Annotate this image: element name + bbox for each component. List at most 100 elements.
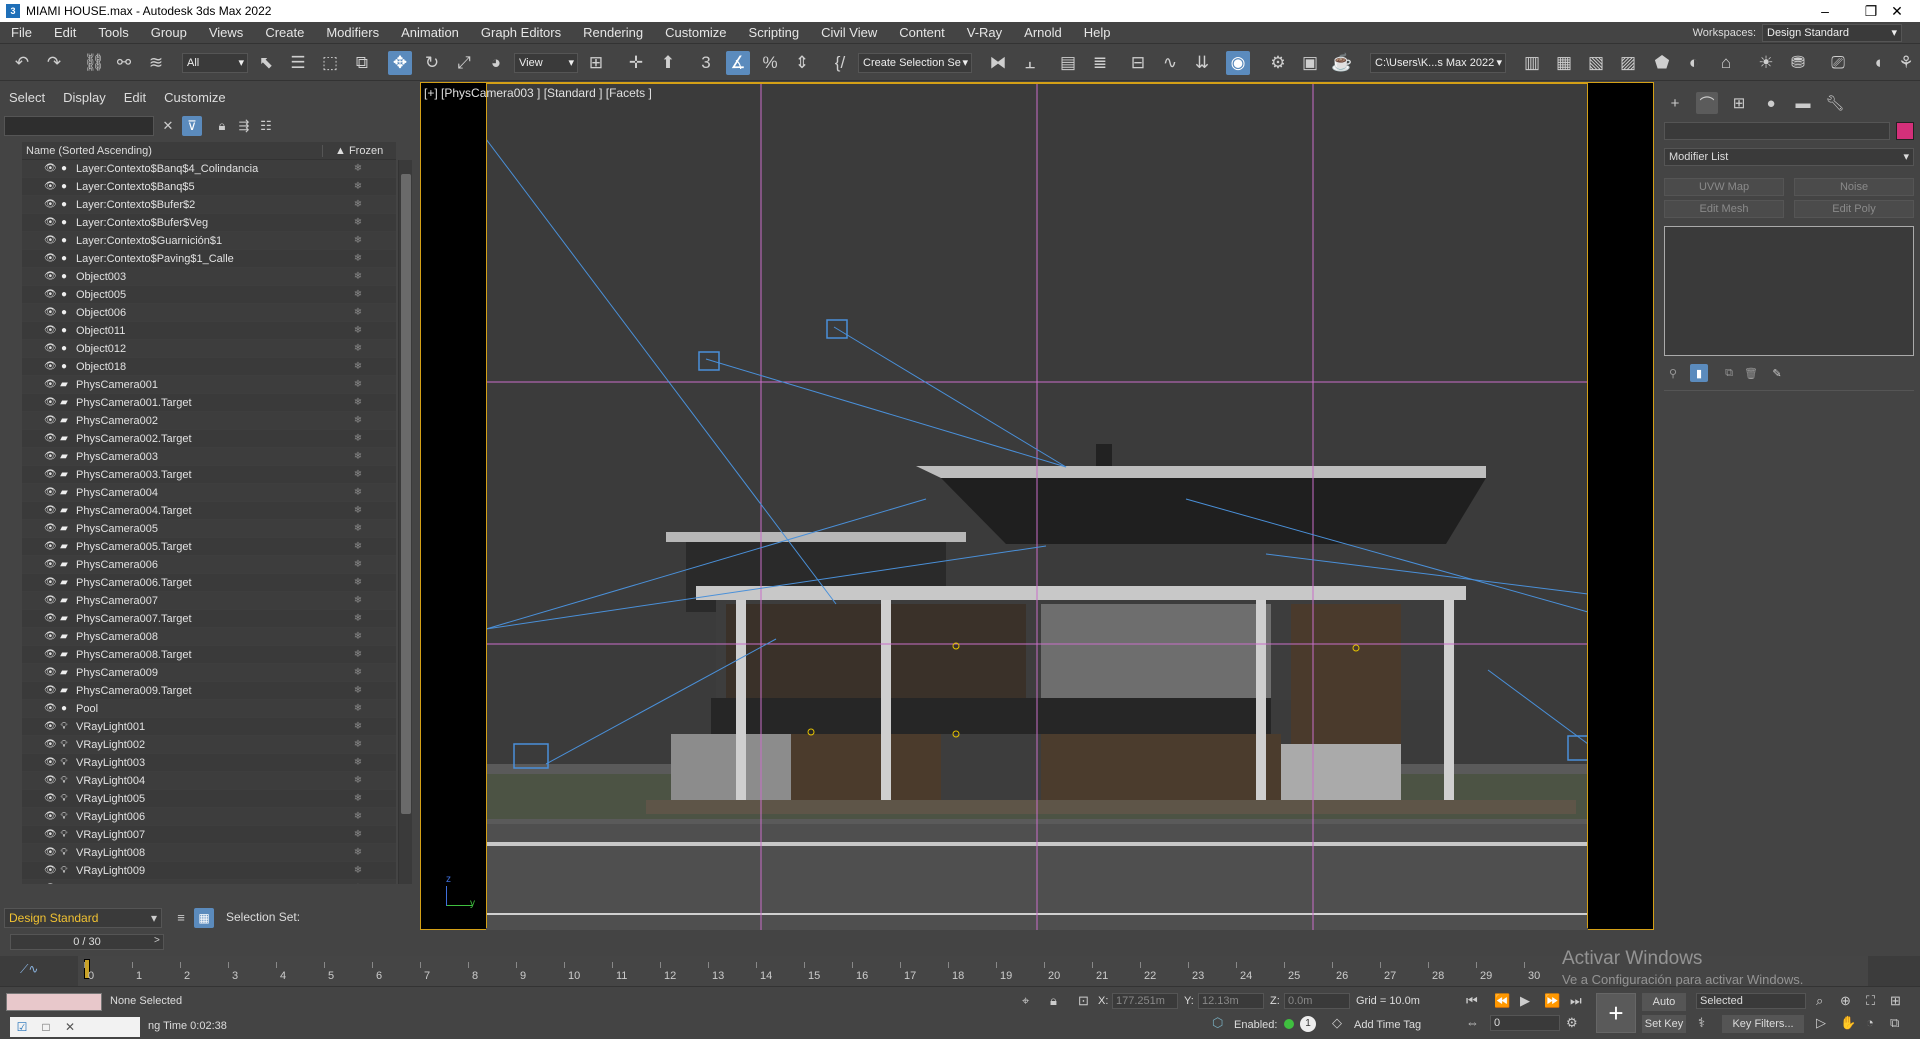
visibility-eye-icon[interactable]: 👁︎ bbox=[44, 883, 57, 884]
enabled-indicator[interactable] bbox=[1284, 1019, 1294, 1029]
list-item[interactable]: 👁︎ ▰ PhysCamera001.Target ❄ bbox=[22, 394, 396, 412]
hierarchy-tab-icon[interactable]: ⊞ bbox=[1728, 92, 1750, 114]
freeze-icon[interactable]: ❄ bbox=[348, 757, 368, 768]
list-item[interactable]: 👁︎ ▰ PhysCamera003.Target ❄ bbox=[22, 466, 396, 484]
visibility-eye-icon[interactable]: 👁︎ bbox=[44, 739, 57, 750]
visibility-eye-icon[interactable]: 👁︎ bbox=[44, 163, 57, 174]
z-coordinate-field[interactable]: 0.0m bbox=[1284, 993, 1350, 1009]
freeze-icon[interactable]: ❄ bbox=[348, 559, 368, 570]
snaps-toggle-icon[interactable]: 3 bbox=[694, 51, 718, 75]
list-item[interactable]: 👁︎ 💡︎ VRayLight008 ❄ bbox=[22, 844, 396, 862]
menu-rendering[interactable]: Rendering bbox=[572, 22, 654, 44]
freeze-icon[interactable]: ❄ bbox=[348, 685, 368, 696]
x-coordinate-field[interactable]: 177.251m bbox=[1112, 993, 1178, 1009]
freeze-icon[interactable]: ❄ bbox=[348, 289, 368, 300]
modifier-stack[interactable] bbox=[1664, 226, 1914, 356]
make-unique-icon[interactable]: ⧉ bbox=[1720, 364, 1738, 382]
freeze-icon[interactable]: ❄ bbox=[348, 775, 368, 786]
explorer-tab-customize[interactable]: Customize bbox=[155, 90, 234, 108]
list-item[interactable]: 👁︎ ▰ PhysCamera004.Target ❄ bbox=[22, 502, 396, 520]
minimize-icon[interactable]: – bbox=[1802, 0, 1848, 22]
current-frame-field[interactable]: 0 bbox=[1490, 1015, 1560, 1031]
freeze-icon[interactable]: ❄ bbox=[348, 469, 368, 480]
maximize-toggle-icon[interactable]: ⧉ bbox=[1890, 1015, 1899, 1031]
utilities-tab-icon[interactable]: 🔧︎ bbox=[1824, 92, 1846, 114]
noise-button[interactable]: Noise bbox=[1794, 178, 1914, 196]
list-item[interactable]: 👁︎ ▰ PhysCamera006 ❄ bbox=[22, 556, 396, 574]
adaptive-degradation-icon[interactable]: ⬡ bbox=[1212, 1015, 1223, 1031]
freeze-icon[interactable]: ❄ bbox=[348, 649, 368, 660]
list-item[interactable]: 👁︎ ● Object018 ❄ bbox=[22, 358, 396, 376]
filter-toggle-icon[interactable]: ⊽ bbox=[182, 116, 202, 136]
visibility-eye-icon[interactable]: 👁︎ bbox=[44, 541, 57, 552]
freeze-icon[interactable]: ❄ bbox=[348, 451, 368, 462]
field-of-view-icon[interactable]: ▷ bbox=[1816, 1015, 1826, 1031]
orbit-icon[interactable]: ◔ bbox=[1866, 1015, 1874, 1030]
freeze-icon[interactable]: ❄ bbox=[348, 235, 368, 246]
column-frozen-header[interactable]: ▲ Frozen bbox=[322, 144, 396, 157]
undo-icon[interactable]: ↶ bbox=[10, 51, 34, 75]
visibility-eye-icon[interactable]: 👁︎ bbox=[44, 649, 57, 660]
window-crossing-icon[interactable]: ⧉ bbox=[350, 51, 374, 75]
set-keys-icon[interactable]: + bbox=[1596, 993, 1636, 1033]
vray-sun-icon[interactable]: ◖ bbox=[1866, 51, 1890, 75]
freeze-icon[interactable]: ❄ bbox=[348, 415, 368, 426]
maximize-viewport-icon[interactable]: □ bbox=[34, 1020, 58, 1034]
remove-modifier-icon[interactable]: 🗑︎ bbox=[1742, 364, 1760, 382]
list-item[interactable]: 👁︎ 💡︎ VRayLight002 ❄ bbox=[22, 736, 396, 754]
clear-search-icon[interactable]: ✕ bbox=[158, 116, 178, 136]
list-item[interactable]: 👁︎ ▰ PhysCamera002 ❄ bbox=[22, 412, 396, 430]
edit-mesh-button[interactable]: Edit Mesh bbox=[1664, 200, 1784, 218]
freeze-icon[interactable]: ❄ bbox=[348, 487, 368, 498]
explorer-search-input[interactable] bbox=[4, 116, 154, 136]
reference-coord-select[interactable]: View bbox=[514, 53, 578, 73]
time-configuration-icon[interactable]: ⚙ bbox=[1566, 1015, 1578, 1031]
list-item[interactable]: 👁︎ ● Layer:Contexto$Banq$4_Colindancia ❄ bbox=[22, 160, 396, 178]
sort-by-hierarchy-icon[interactable]: ⇶ bbox=[234, 116, 254, 136]
visibility-eye-icon[interactable]: 👁︎ bbox=[44, 595, 57, 606]
menu-edit[interactable]: Edit bbox=[43, 22, 87, 44]
list-item[interactable]: 👁︎ ▰ PhysCamera001 ❄ bbox=[22, 376, 396, 394]
menu-vray[interactable]: V-Ray bbox=[956, 22, 1013, 44]
visibility-eye-icon[interactable]: 👁︎ bbox=[44, 307, 57, 318]
workspaces-select[interactable]: Design Standard bbox=[1762, 24, 1902, 42]
vray-toolbar-1-icon[interactable]: ▦ bbox=[1552, 51, 1576, 75]
list-item[interactable]: 👁︎ ● Layer:Contexto$Paving$1_Calle ❄ bbox=[22, 250, 396, 268]
object-name-field[interactable] bbox=[1664, 122, 1890, 140]
play-icon[interactable]: ▶ bbox=[1520, 993, 1530, 1009]
freeze-icon[interactable]: ❄ bbox=[348, 595, 368, 606]
redo-icon[interactable]: ↷ bbox=[42, 51, 66, 75]
uvw-map-button[interactable]: UVW Map bbox=[1664, 178, 1784, 196]
menu-create[interactable]: Create bbox=[254, 22, 315, 44]
visibility-eye-icon[interactable]: 👁︎ bbox=[44, 721, 57, 732]
toggle-ribbon-icon[interactable]: ⊟ bbox=[1126, 51, 1150, 75]
time-slider[interactable]: 0 / 30 bbox=[10, 934, 164, 950]
close-icon[interactable]: ✕ bbox=[1874, 0, 1920, 22]
list-item[interactable]: 👁︎ 💡︎ VRayLight005 ❄ bbox=[22, 790, 396, 808]
visibility-eye-icon[interactable]: 👁︎ bbox=[44, 379, 57, 390]
select-object-icon[interactable]: ⬉ bbox=[254, 51, 278, 75]
visibility-eye-icon[interactable]: 👁︎ bbox=[44, 829, 57, 840]
menu-arnold[interactable]: Arnold bbox=[1013, 22, 1073, 44]
list-item[interactable]: 👁︎ 💡︎ VRayLight009 ❄ bbox=[22, 862, 396, 880]
unlink-icon[interactable]: ⚯ bbox=[112, 51, 136, 75]
list-item[interactable]: 👁︎ 💡︎ VRayLight003 ❄ bbox=[22, 754, 396, 772]
list-item[interactable]: 👁︎ ▰ PhysCamera004 ❄ bbox=[22, 484, 396, 502]
visibility-eye-icon[interactable]: 👁︎ bbox=[44, 271, 57, 282]
lock-cell-editing-icon[interactable]: 🔒︎ bbox=[212, 116, 232, 136]
vray-fur-icon[interactable]: ⚘ bbox=[1894, 51, 1918, 75]
visibility-eye-icon[interactable]: 👁︎ bbox=[44, 343, 57, 354]
visibility-eye-icon[interactable]: 👁︎ bbox=[44, 415, 57, 426]
explorer-scrollbar[interactable] bbox=[398, 160, 412, 884]
list-item[interactable]: 👁︎ ▰ PhysCamera005 ❄ bbox=[22, 520, 396, 538]
zoom-extents-icon[interactable]: ⛶ bbox=[1866, 993, 1875, 1009]
visibility-eye-icon[interactable]: 👁︎ bbox=[44, 577, 57, 588]
edit-poly-button[interactable]: Edit Poly bbox=[1794, 200, 1914, 218]
freeze-icon[interactable]: ❄ bbox=[348, 325, 368, 336]
explorer-workspace-select[interactable]: Design Standard bbox=[4, 908, 162, 928]
freeze-icon[interactable]: ❄ bbox=[348, 163, 368, 174]
goto-start-icon[interactable]: ⏮ bbox=[1466, 993, 1478, 1009]
toggle-scene-explorer-icon[interactable]: ▤ bbox=[1056, 51, 1080, 75]
render-production-icon[interactable]: ☕ bbox=[1330, 51, 1354, 75]
list-item[interactable]: 👁︎ ● Object012 ❄ bbox=[22, 340, 396, 358]
